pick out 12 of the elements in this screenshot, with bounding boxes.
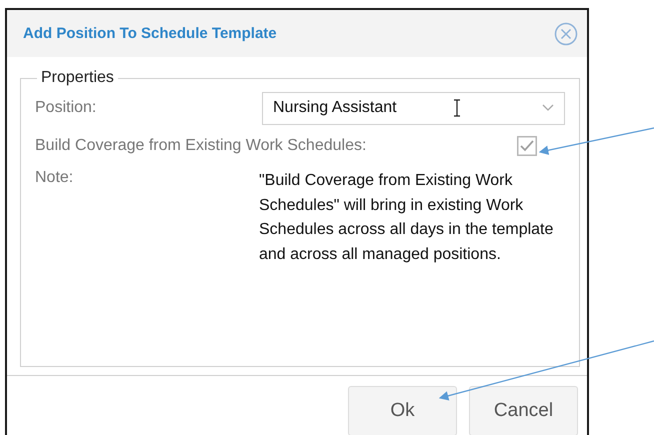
window-title: Add Position To Schedule Template bbox=[23, 25, 277, 42]
field-label: Note: bbox=[35, 169, 74, 187]
dialog-button[interactable]: Cancel bbox=[469, 386, 578, 435]
group-legend: Properties bbox=[37, 69, 118, 87]
close-icon[interactable] bbox=[554, 22, 578, 46]
chevron-down-icon bbox=[542, 104, 554, 112]
field-label: Build Coverage from Existing Work Schedules: bbox=[35, 137, 366, 155]
text-cursor-icon bbox=[453, 98, 461, 116]
dialog-button[interactable]: Ok bbox=[348, 386, 457, 435]
field-label: Position: bbox=[35, 99, 96, 117]
position-dropdown[interactable]: Nursing Assistant bbox=[262, 92, 565, 124]
note-text: "Build Coverage from Existing Work Schedules" will bring in existing Work Schedules across all days in the template and across all managed positions. bbox=[259, 171, 554, 264]
